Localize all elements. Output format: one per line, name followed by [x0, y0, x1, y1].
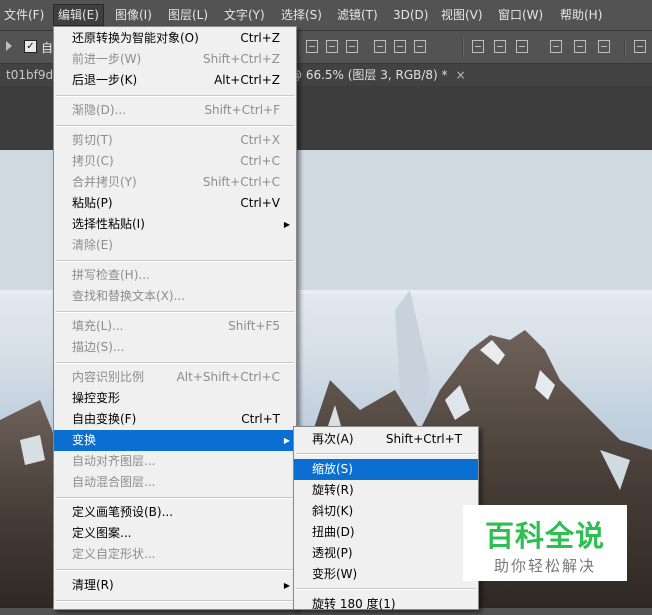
menu-separator: [56, 569, 294, 571]
menu-item-undo[interactable]: 还原转换为智能对象(O) Ctrl+Z: [54, 28, 296, 49]
menu-select[interactable]: 选择(S): [277, 5, 326, 25]
menu-item-fade[interactable]: 渐隐(D)... Shift+Ctrl+F: [54, 100, 296, 121]
menu-item-copy[interactable]: 拷贝(C) Ctrl+C: [54, 151, 296, 172]
options-divider: [298, 37, 300, 57]
distribute-left-icon[interactable]: [550, 40, 562, 53]
menu-file[interactable]: 文件(F): [0, 5, 48, 25]
menu-item-paste[interactable]: 粘贴(P) Ctrl+V: [54, 193, 296, 214]
menu-separator: [296, 453, 476, 455]
menu-item-transform[interactable]: 变换 ▶: [54, 430, 296, 451]
submenu-arrow-icon: ▶: [283, 581, 290, 590]
distribute-right-icon[interactable]: [598, 40, 610, 53]
menu-separator: [296, 588, 476, 590]
menu-item-find-replace[interactable]: 查找和替换文本(X)...: [54, 286, 296, 307]
submenu-item-again[interactable]: 再次(A) Shift+Ctrl+T: [294, 429, 478, 450]
options-divider: [624, 37, 626, 57]
menu-window[interactable]: 窗口(W): [494, 5, 547, 25]
menu-item-auto-align-layers[interactable]: 自动对齐图层...: [54, 451, 296, 472]
menu-separator: [56, 362, 294, 364]
tab-active-document[interactable]: @ 66.5% (图层 3, RGB/8) * ×: [290, 64, 466, 86]
distribute-hcenter-icon[interactable]: [574, 40, 586, 53]
menu-item-copy-merged[interactable]: 合并拷贝(Y) Shift+Ctrl+C: [54, 172, 296, 193]
distribute-bottom-icon[interactable]: [516, 40, 528, 53]
submenu-item-rotate[interactable]: 旋转(R): [294, 480, 478, 501]
menu-view[interactable]: 视图(V): [437, 5, 487, 25]
align-left-icon[interactable]: [374, 40, 386, 53]
close-icon[interactable]: ×: [456, 68, 466, 82]
submenu-item-warp[interactable]: 变形(W): [294, 564, 478, 585]
menu-item-purge[interactable]: 清理(R) ▶: [54, 575, 296, 596]
menu-3d[interactable]: 3D(D): [389, 5, 432, 25]
tool-preset-arrow-icon[interactable]: [6, 41, 12, 51]
menu-item-fill[interactable]: 填充(L)... Shift+F5: [54, 316, 296, 337]
menu-layer[interactable]: 图层(L): [164, 5, 212, 25]
options-divider: [462, 37, 464, 57]
menu-item-define-custom-shape[interactable]: 定义自定形状...: [54, 544, 296, 565]
watermark-logo: 百科全说 助你轻松解决: [463, 505, 627, 581]
align-bottom-icon[interactable]: [346, 40, 358, 53]
submenu-arrow-icon: ▶: [283, 220, 290, 229]
menu-item-step-forward[interactable]: 前进一步(W) Shift+Ctrl+Z: [54, 49, 296, 70]
menu-separator: [56, 497, 294, 499]
menu-item-free-transform[interactable]: 自由变换(F) Ctrl+T: [54, 409, 296, 430]
menu-item-stroke[interactable]: 描边(S)...: [54, 337, 296, 358]
tab-title: @ 66.5% (图层 3, RGB/8) *: [290, 68, 448, 82]
watermark-subtitle: 助你轻松解决: [493, 557, 596, 575]
distribute-top-icon[interactable]: [472, 40, 484, 53]
menu-item-cut[interactable]: 剪切(T) Ctrl+X: [54, 130, 296, 151]
menu-item-auto-blend-layers[interactable]: 自动混合图层...: [54, 472, 296, 493]
transform-submenu: 再次(A) Shift+Ctrl+T 缩放(S) 旋转(R) 斜切(K) 扭曲(D…: [293, 426, 479, 611]
submenu-arrow-icon: ▶: [283, 436, 290, 445]
menu-edit[interactable]: 编辑(E): [53, 4, 104, 26]
menu-item-puppet-warp[interactable]: 操控变形: [54, 388, 296, 409]
align-right-icon[interactable]: [414, 40, 426, 53]
align-hcenter-icon[interactable]: [394, 40, 406, 53]
tab-first-document[interactable]: t01bf9d: [6, 64, 53, 86]
menu-item-paste-special[interactable]: 选择性粘贴(I) ▶: [54, 214, 296, 235]
menu-item-clear[interactable]: 清除(E): [54, 235, 296, 256]
auto-select-label: 自: [41, 41, 54, 55]
watermark-title: 百科全说: [484, 519, 605, 553]
menu-image[interactable]: 图像(I): [111, 5, 156, 25]
submenu-item-scale[interactable]: 缩放(S): [294, 459, 478, 480]
menu-separator: [56, 600, 294, 602]
menu-separator: [56, 260, 294, 262]
menu-filter[interactable]: 滤镜(T): [333, 5, 382, 25]
menu-item-step-backward[interactable]: 后退一步(K) Alt+Ctrl+Z: [54, 70, 296, 91]
edit-menu-dropdown: 还原转换为智能对象(O) Ctrl+Z 前进一步(W) Shift+Ctrl+Z 后…: [53, 26, 297, 610]
checkbox-icon[interactable]: ✓: [24, 40, 37, 53]
menu-type[interactable]: 文字(Y): [220, 5, 269, 25]
menu-separator: [56, 311, 294, 313]
menu-item-content-aware-scale[interactable]: 内容识别比例 Alt+Shift+Ctrl+C: [54, 367, 296, 388]
menu-help[interactable]: 帮助(H): [556, 5, 606, 25]
menu-item-define-brush[interactable]: 定义画笔预设(B)...: [54, 502, 296, 523]
menu-item-check-spelling[interactable]: 拼写检查(H)...: [54, 265, 296, 286]
submenu-item-distort[interactable]: 扭曲(D): [294, 522, 478, 543]
submenu-item-perspective[interactable]: 透视(P): [294, 543, 478, 564]
menu-separator: [56, 95, 294, 97]
submenu-item-skew[interactable]: 斜切(K): [294, 501, 478, 522]
auto-align-icon[interactable]: [634, 40, 646, 53]
distribute-vcenter-icon[interactable]: [494, 40, 506, 53]
menu-item-define-pattern[interactable]: 定义图案...: [54, 523, 296, 544]
align-vcenter-icon[interactable]: [326, 40, 338, 53]
menu-separator: [56, 125, 294, 127]
align-top-icon[interactable]: [306, 40, 318, 53]
submenu-item-rotate-180[interactable]: 旋转 180 度(1): [294, 594, 478, 615]
